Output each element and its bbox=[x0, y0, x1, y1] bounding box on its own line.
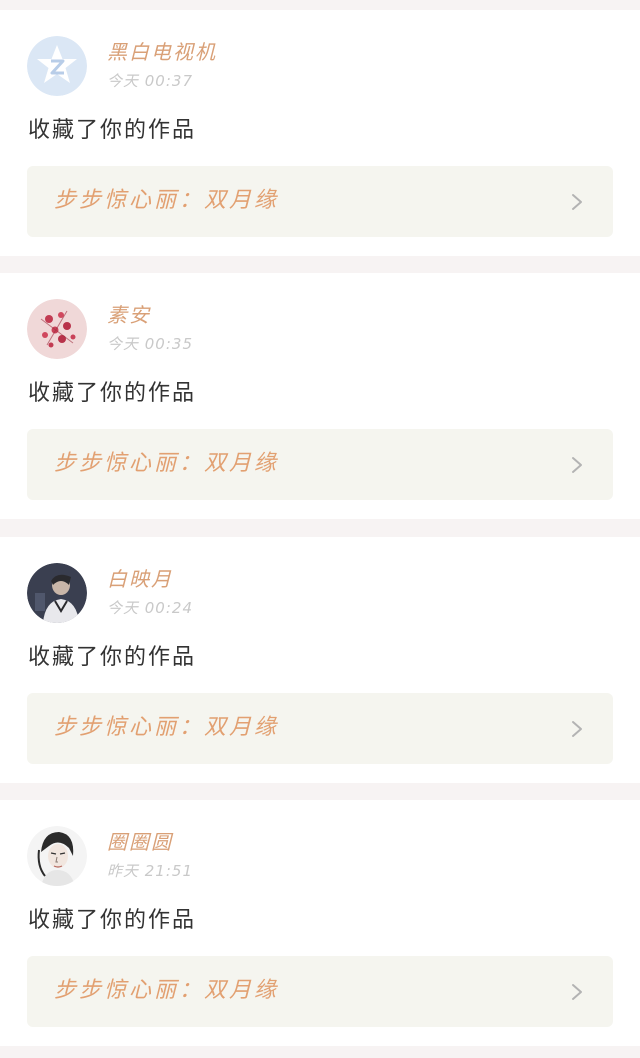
work-title: 步步惊心丽：双月缘 bbox=[54, 715, 280, 740]
action-text: 收藏了你的作品 bbox=[28, 908, 197, 933]
work-link[interactable]: 步步惊心丽：双月缘 bbox=[27, 956, 613, 1027]
avatar[interactable] bbox=[27, 36, 87, 96]
notification-feed: 黑白电视机 今天 00:37 收藏了你的作品 步步惊心丽：双月缘 素安 今天 0… bbox=[0, 0, 640, 1058]
work-title: 步步惊心丽：双月缘 bbox=[54, 188, 280, 213]
username[interactable]: 圈圈圆 bbox=[107, 830, 173, 854]
action-text: 收藏了你的作品 bbox=[28, 381, 197, 406]
notification-card: 黑白电视机 今天 00:37 收藏了你的作品 步步惊心丽：双月缘 bbox=[0, 10, 640, 256]
chevron-right-icon bbox=[572, 194, 582, 210]
portrait-avatar-icon bbox=[27, 563, 87, 623]
username[interactable]: 白映月 bbox=[107, 567, 173, 591]
avatar[interactable] bbox=[27, 826, 87, 886]
work-title: 步步惊心丽：双月缘 bbox=[54, 451, 280, 476]
red-flowers-avatar-icon bbox=[27, 299, 87, 359]
sketch-portrait-avatar-icon bbox=[27, 826, 87, 886]
notification-card: 素安 今天 00:35 收藏了你的作品 步步惊心丽：双月缘 bbox=[0, 273, 640, 519]
username[interactable]: 素安 bbox=[107, 303, 151, 327]
avatar[interactable] bbox=[27, 563, 87, 623]
work-title: 步步惊心丽：双月缘 bbox=[54, 978, 280, 1003]
chevron-right-icon bbox=[572, 457, 582, 473]
action-text: 收藏了你的作品 bbox=[28, 118, 197, 143]
work-link[interactable]: 步步惊心丽：双月缘 bbox=[27, 166, 613, 237]
chevron-right-icon bbox=[572, 984, 582, 1000]
timestamp: 今天 00:35 bbox=[107, 335, 193, 353]
notification-card: 圈圈圆 昨天 21:51 收藏了你的作品 步步惊心丽：双月缘 bbox=[0, 800, 640, 1046]
notification-card: 白映月 今天 00:24 收藏了你的作品 步步惊心丽：双月缘 bbox=[0, 537, 640, 783]
chevron-right-icon bbox=[572, 721, 582, 737]
timestamp: 今天 00:37 bbox=[107, 72, 193, 90]
action-text: 收藏了你的作品 bbox=[28, 645, 197, 670]
default-star-avatar-icon bbox=[27, 36, 87, 96]
timestamp: 昨天 21:51 bbox=[107, 862, 193, 880]
timestamp: 今天 00:24 bbox=[107, 599, 193, 617]
avatar[interactable] bbox=[27, 299, 87, 359]
work-link[interactable]: 步步惊心丽：双月缘 bbox=[27, 429, 613, 500]
work-link[interactable]: 步步惊心丽：双月缘 bbox=[27, 693, 613, 764]
username[interactable]: 黑白电视机 bbox=[107, 40, 217, 64]
